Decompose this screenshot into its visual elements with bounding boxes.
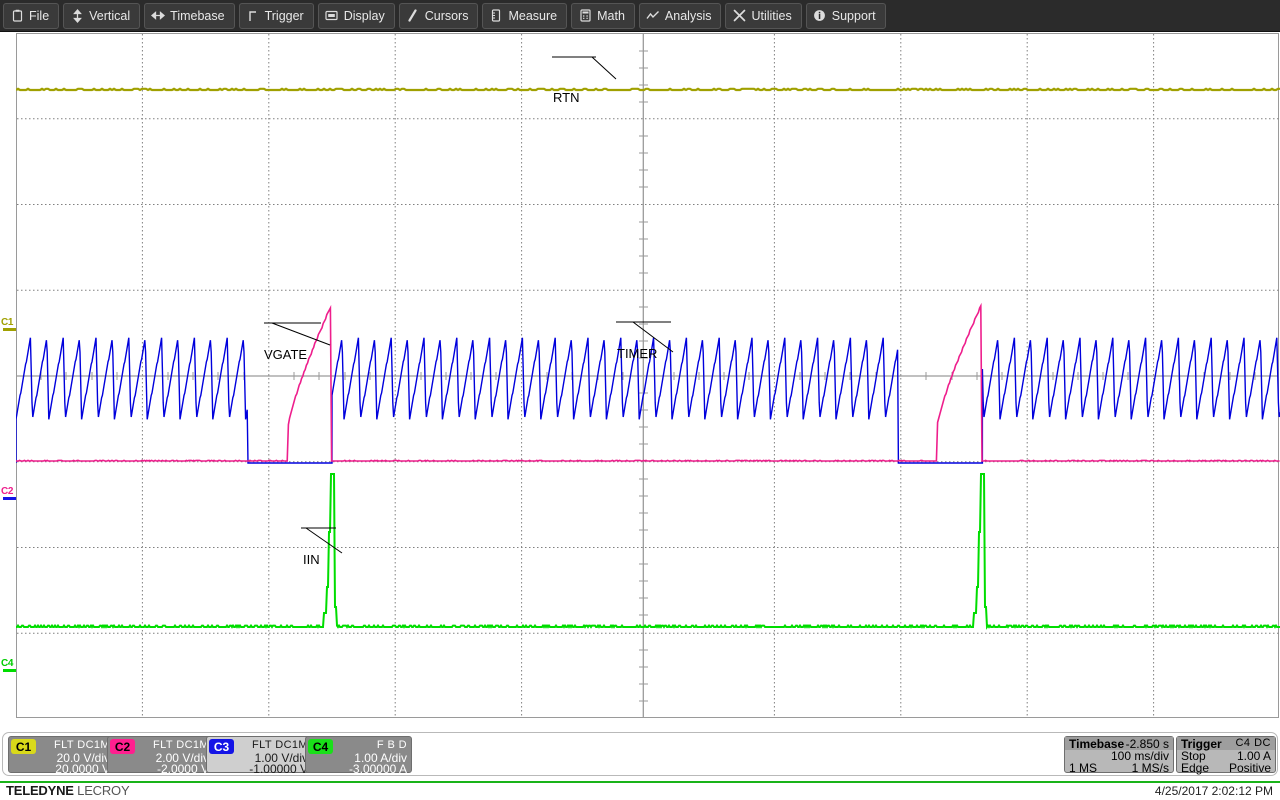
- channel-tag-c2[interactable]: C2: [110, 739, 135, 754]
- info-icon: [813, 9, 827, 23]
- file-icon: [10, 9, 24, 23]
- menu-button-file[interactable]: File: [3, 3, 59, 29]
- menu-button-timebase[interactable]: Timebase: [144, 3, 234, 29]
- waveform-icon: [646, 9, 660, 23]
- trigger-type: Edge: [1181, 761, 1209, 775]
- trigger-descriptor[interactable]: Trigger C4 DC Stop 1.00 A Edge Positive: [1176, 736, 1276, 773]
- calculator-icon: [578, 9, 592, 23]
- menu-button-utilities[interactable]: Utilities: [725, 3, 801, 29]
- menu-button-math[interactable]: Math: [571, 3, 635, 29]
- menu-label-support: Support: [832, 9, 876, 23]
- main-menu-bar: File Vertical Timebase Trigger Display: [0, 0, 1280, 32]
- channel-offset-c1: 20.0000 V: [55, 762, 110, 776]
- menu-button-trigger[interactable]: Trigger: [239, 3, 314, 29]
- channel-offset-c2: -2.0000 V: [157, 762, 209, 776]
- display-screen-icon: [325, 9, 339, 23]
- menu-label-cursors: Cursors: [425, 9, 469, 23]
- annotation-label-iin: IIN: [303, 552, 320, 567]
- annotation-label-rtn: RTN: [553, 90, 579, 105]
- descriptor-bar: ← C1 FLT DC1M 20.0 V/div 20.0000 V C2 FL…: [0, 720, 1280, 784]
- channel-offset-c4: -3.00000 A: [349, 762, 407, 776]
- channel-tag-c3[interactable]: C3: [209, 739, 234, 754]
- channel-tag-c4[interactable]: C4: [308, 739, 333, 754]
- measure-icon: [489, 9, 503, 23]
- channel-descriptor-c1[interactable]: C1 FLT DC1M 20.0 V/div 20.0000 V: [8, 736, 115, 773]
- menu-label-display: Display: [344, 9, 385, 23]
- menu-label-utilities: Utilities: [751, 9, 791, 23]
- waveform-display-area[interactable]: C1 C2 C4: [0, 32, 1280, 720]
- menu-label-measure: Measure: [508, 9, 557, 23]
- channel-descriptor-c3[interactable]: C3 FLT DC1M 1.00 V/div -1.00000 V: [206, 736, 313, 773]
- trigger-slope: Positive: [1229, 761, 1271, 775]
- footer-bar: TELEDYNE LECROY 4/25/2017 2:02:12 PM: [0, 783, 1280, 800]
- wrench-icon: [732, 9, 746, 23]
- brand-lecroy: LECROY: [77, 783, 129, 798]
- brand-logo: TELEDYNE LECROY: [6, 783, 129, 798]
- channel-coupling-c4: F B D: [377, 739, 407, 751]
- timestamp: 4/25/2017 2:02:12 PM: [1155, 784, 1273, 798]
- oscilloscope-app: File Vertical Timebase Trigger Display: [0, 0, 1280, 800]
- trigger-slope-icon: [246, 9, 260, 23]
- annotation-label-vgate: VGATE: [264, 347, 307, 362]
- channel-coupling-c3: FLT DC1M: [252, 739, 308, 751]
- channel-coupling-c2: FLT DC1M: [153, 739, 209, 751]
- cursor-icon: [406, 9, 420, 23]
- graticule-grid: [16, 33, 1280, 719]
- annotation-label-timer: TIMER: [617, 346, 657, 361]
- trigger-source: C4 DC: [1235, 737, 1271, 749]
- timebase-sample-rate: 1 MS/s: [1132, 761, 1169, 775]
- menu-label-analysis: Analysis: [665, 9, 712, 23]
- channel-descriptor-c4[interactable]: C4 F B D 1.00 A/div -3.00000 A: [305, 736, 412, 773]
- channel-descriptor-c2[interactable]: C2 FLT DC1M 2.00 V/div -2.0000 V: [107, 736, 214, 773]
- channel-coupling-c1: FLT DC1M: [54, 739, 110, 751]
- vertical-arrows-icon: [70, 9, 84, 23]
- menu-button-support[interactable]: Support: [806, 3, 886, 29]
- timebase-descriptor[interactable]: Timebase -2.850 s 100 ms/div 1 MS 1 MS/s: [1064, 736, 1174, 773]
- menu-label-trigger: Trigger: [265, 9, 304, 23]
- menu-label-math: Math: [597, 9, 625, 23]
- menu-button-display[interactable]: Display: [318, 3, 395, 29]
- horizontal-arrows-icon: [151, 9, 165, 23]
- waveform-c1-rtn: [16, 89, 1280, 90]
- menu-button-analysis[interactable]: Analysis: [639, 3, 722, 29]
- channel-offset-c3: -1.00000 V: [249, 762, 308, 776]
- menu-label-file: File: [29, 9, 49, 23]
- menu-label-timebase: Timebase: [170, 9, 224, 23]
- menu-button-vertical[interactable]: Vertical: [63, 3, 140, 29]
- brand-teledyne: TELEDYNE: [6, 783, 74, 798]
- menu-label-vertical: Vertical: [89, 9, 130, 23]
- menu-button-measure[interactable]: Measure: [482, 3, 567, 29]
- menu-button-cursors[interactable]: Cursors: [399, 3, 479, 29]
- timebase-memory: 1 MS: [1069, 761, 1097, 775]
- channel-tag-c1[interactable]: C1: [11, 739, 36, 754]
